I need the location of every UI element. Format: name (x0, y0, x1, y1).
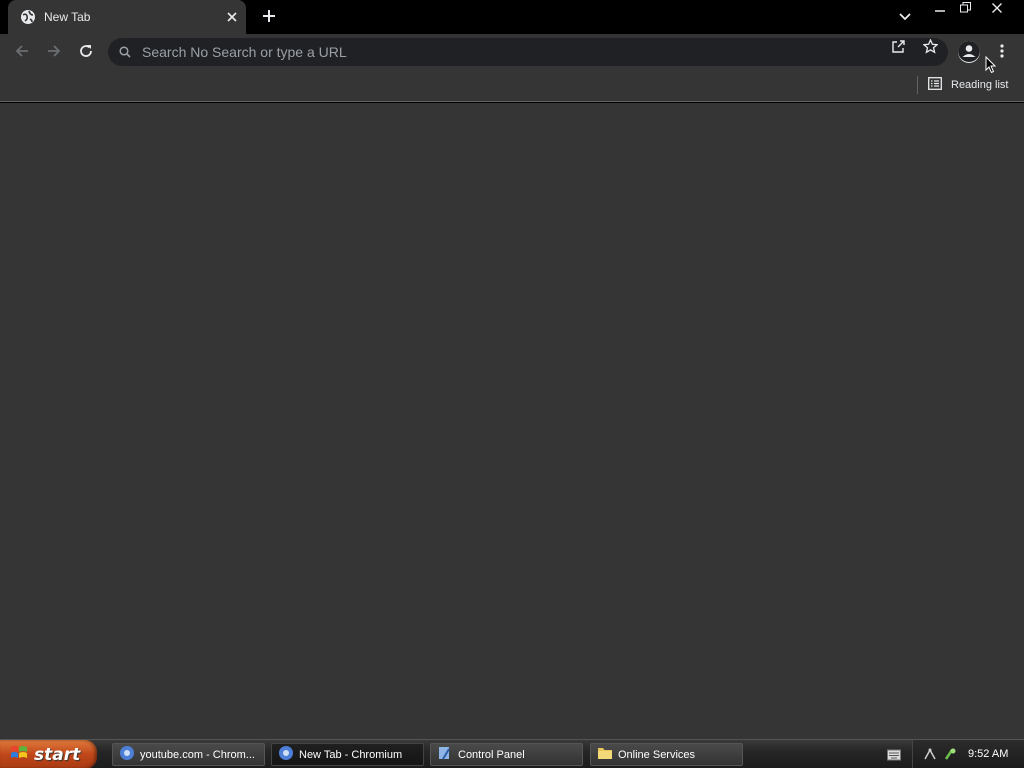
taskbar-item-label: New Tab - Chromium (299, 748, 403, 761)
taskbar-item-online-services[interactable]: Online Services (590, 743, 743, 766)
toolbar (0, 34, 1024, 70)
omnibox[interactable] (108, 38, 948, 66)
tab-search-button[interactable] (895, 7, 915, 27)
keyboard-icon[interactable] (887, 749, 901, 761)
mouse-cursor-icon (985, 55, 997, 74)
reading-list-icon (928, 77, 942, 93)
windows-logo-icon (10, 744, 28, 765)
taskbar-item-youtube[interactable]: youtube.com - Chrom... (112, 743, 265, 766)
share-button[interactable] (890, 40, 906, 56)
chromium-icon (278, 745, 294, 764)
plus-icon (262, 9, 276, 26)
person-icon (958, 41, 980, 63)
taskbar-item-control-panel[interactable]: Control Panel (430, 743, 583, 766)
restore-icon (959, 2, 971, 16)
close-icon (992, 2, 1002, 16)
reload-icon (78, 43, 94, 62)
minimize-button[interactable] (927, 0, 953, 18)
kebab-menu-icon (1000, 43, 1004, 61)
back-button[interactable] (10, 40, 34, 64)
globe-icon (20, 9, 36, 25)
bookmarks-bar: Reading list (0, 70, 1024, 102)
network-icon[interactable] (923, 747, 937, 761)
reading-list-button[interactable]: Reading list (928, 75, 1008, 95)
taskbar-item-label: Online Services (618, 748, 696, 761)
taskbar: start youtube.com - Chrom... New Tab - C… (0, 739, 1024, 768)
taskbar-item-new-tab[interactable]: New Tab - Chromium (271, 743, 424, 766)
tab-title: New Tab (44, 10, 91, 24)
window-close-button[interactable] (984, 0, 1010, 18)
search-icon (119, 45, 133, 59)
reading-list-label: Reading list (951, 79, 1009, 91)
system-tray: 9:52 AM (912, 740, 1024, 768)
forward-button[interactable] (42, 40, 66, 64)
security-icon[interactable] (943, 747, 957, 761)
bookmarks-separator (917, 76, 918, 94)
folder-icon (597, 746, 613, 763)
start-label: start (34, 744, 81, 765)
minimize-icon (935, 2, 945, 16)
reload-button[interactable] (74, 40, 98, 64)
page-content[interactable] (0, 103, 1024, 739)
chromium-icon (119, 745, 135, 764)
address-input[interactable] (142, 44, 842, 60)
clock: 9:52 AM (968, 748, 1009, 760)
taskbar-item-label: youtube.com - Chrom... (140, 748, 255, 761)
arrow-right-icon (46, 43, 62, 62)
tab-close-icon[interactable] (222, 7, 242, 27)
profile-button[interactable] (958, 41, 980, 63)
share-icon (891, 39, 906, 57)
bookmark-button[interactable] (921, 38, 939, 57)
restore-button[interactable] (952, 0, 978, 18)
tab-strip: New Tab (0, 0, 1024, 34)
arrow-left-icon (14, 43, 30, 62)
new-tab-button[interactable] (258, 6, 280, 28)
taskbar-item-label: Control Panel (458, 748, 525, 761)
start-button[interactable]: start (0, 740, 97, 768)
control-panel-icon (437, 745, 453, 764)
star-icon (921, 38, 939, 57)
chevron-down-icon (899, 10, 911, 24)
tab-new-tab[interactable]: New Tab (8, 0, 246, 34)
